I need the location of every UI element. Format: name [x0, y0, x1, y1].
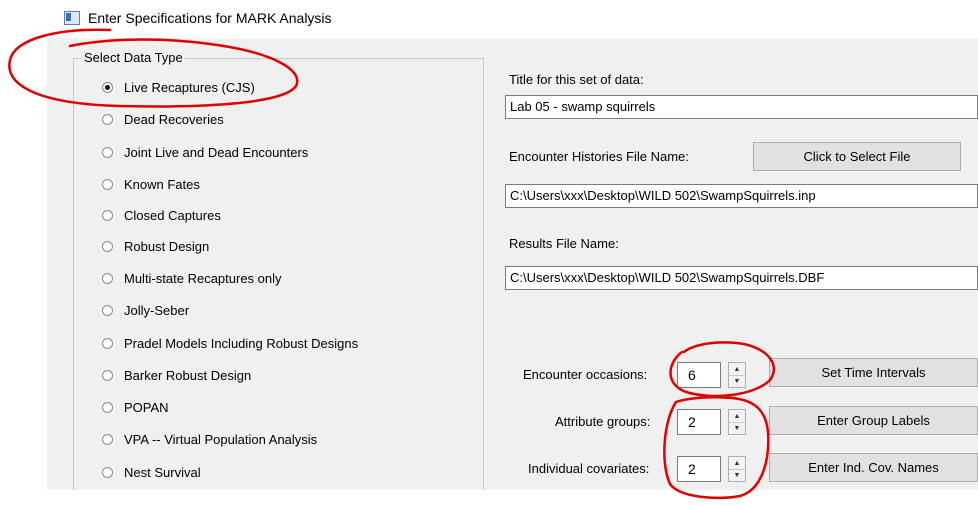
encounter-occasions-label: Encounter occasions:	[523, 367, 648, 382]
attribute-groups-input[interactable]: 2	[677, 409, 721, 435]
radio-closed-captures[interactable]: Closed Captures	[102, 206, 221, 224]
individual-covariates-input[interactable]: 2	[677, 456, 721, 482]
radio-pradel[interactable]: Pradel Models Including Robust Designs	[102, 334, 358, 352]
individual-covariates-spinner[interactable]: ▲ ▼	[728, 456, 746, 482]
radio-button[interactable]	[102, 240, 113, 252]
set-time-intervals-button[interactable]: Set Time Intervals	[769, 358, 978, 387]
spin-down-icon[interactable]: ▼	[729, 422, 745, 434]
radio-button[interactable]	[102, 401, 113, 413]
radio-label: Robust Design	[124, 238, 210, 254]
radio-robust-design[interactable]: Robust Design	[102, 237, 209, 255]
enter-group-labels-button[interactable]: Enter Group Labels	[769, 406, 978, 435]
radio-label: Nest Survival	[124, 464, 201, 480]
radio-vpa[interactable]: VPA -- Virtual Population Analysis	[102, 430, 317, 448]
individual-covariates-label: Individual covariates:	[528, 461, 650, 476]
radio-label: Live Recaptures (CJS)	[124, 79, 255, 95]
radio-button[interactable]	[102, 146, 113, 158]
radio-button[interactable]	[102, 304, 113, 316]
title-bar: Enter Specifications for MARK Analysis	[0, 0, 978, 38]
encounter-occasions-spinner[interactable]: ▲ ▼	[728, 362, 746, 388]
window-title: Enter Specifications for MARK Analysis	[88, 10, 332, 26]
radio-nest-survival[interactable]: Nest Survival	[102, 463, 201, 481]
radio-button[interactable]	[102, 369, 113, 381]
encounter-histories-input[interactable]: C:\Users\xxx\Desktop\WILD 502\SwampSquir…	[505, 184, 978, 208]
attribute-groups-spinner[interactable]: ▲ ▼	[728, 409, 746, 435]
radio-label: Pradel Models Including Robust Designs	[124, 335, 359, 351]
results-file-label: Results File Name:	[509, 236, 619, 251]
radio-label: VPA -- Virtual Population Analysis	[124, 431, 318, 447]
radio-barker[interactable]: Barker Robust Design	[102, 366, 251, 384]
radio-label: Dead Recoveries	[124, 111, 224, 127]
radio-label: Known Fates	[124, 176, 200, 192]
radio-button[interactable]	[102, 113, 113, 125]
radio-button[interactable]	[102, 337, 113, 349]
radio-button[interactable]	[102, 466, 113, 478]
select-file-button[interactable]: Click to Select File	[753, 142, 961, 171]
radio-label: Jolly-Seber	[124, 302, 190, 318]
radio-popan[interactable]: POPAN	[102, 398, 169, 416]
radio-label: Closed Captures	[124, 207, 221, 223]
radio-button[interactable]	[102, 178, 113, 190]
encounter-histories-label: Encounter Histories File Name:	[509, 149, 689, 164]
encounter-occasions-input[interactable]: 6	[677, 362, 721, 388]
radio-dead-recoveries[interactable]: Dead Recoveries	[102, 110, 224, 128]
data-type-legend: Select Data Type	[82, 50, 185, 65]
radio-multi-state[interactable]: Multi-state Recaptures only	[102, 269, 282, 287]
radio-label: POPAN	[124, 399, 169, 415]
radio-joint-live-dead[interactable]: Joint Live and Dead Encounters	[102, 143, 308, 161]
radio-known-fates[interactable]: Known Fates	[102, 175, 200, 193]
title-input[interactable]: Lab 05 - swamp squirrels	[505, 95, 978, 119]
radio-label: Multi-state Recaptures only	[124, 270, 282, 286]
title-label: Title for this set of data:	[509, 72, 644, 87]
radio-jolly-seber[interactable]: Jolly-Seber	[102, 301, 189, 319]
radio-label: Joint Live and Dead Encounters	[124, 144, 309, 160]
enter-ind-cov-names-button[interactable]: Enter Ind. Cov. Names	[769, 453, 978, 482]
results-file-input[interactable]: C:\Users\xxx\Desktop\WILD 502\SwampSquir…	[505, 266, 978, 290]
spin-down-icon[interactable]: ▼	[729, 469, 745, 481]
spin-down-icon[interactable]: ▼	[729, 375, 745, 387]
radio-button[interactable]	[102, 272, 113, 284]
radio-button[interactable]	[102, 209, 113, 221]
radio-live-recaptures[interactable]: Live Recaptures (CJS)	[102, 78, 255, 96]
radio-button[interactable]	[102, 433, 113, 445]
attribute-groups-label: Attribute groups:	[555, 414, 651, 429]
radio-button-selected[interactable]	[102, 81, 113, 93]
radio-label: Barker Robust Design	[124, 367, 252, 383]
bottom-divider	[47, 490, 978, 506]
app-icon	[64, 11, 80, 25]
